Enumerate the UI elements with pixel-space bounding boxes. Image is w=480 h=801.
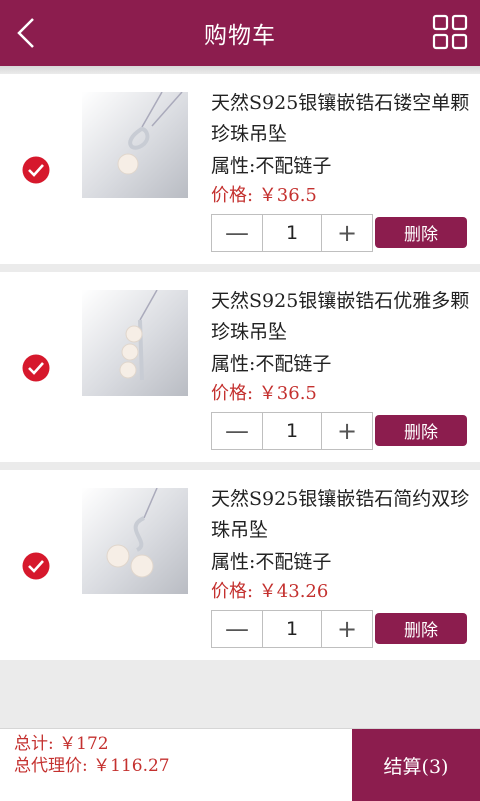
increase-button[interactable]: + — [321, 611, 372, 647]
pendant-image — [106, 488, 158, 578]
increase-button[interactable]: + — [321, 413, 372, 449]
product-name[interactable]: 天然S925银镶嵌锆石简约双珍珠吊坠 — [211, 484, 473, 546]
cart-item: 天然S925银镶嵌锆石简约双珍珠吊坠 属性:不配链子 价格: ￥43.26 — … — [0, 470, 480, 660]
delete-button[interactable]: 删除 — [375, 415, 467, 446]
checkout-bar: 总计: ￥172 总代理价: ￥116.27 结算(3) — [0, 728, 480, 801]
product-image[interactable] — [82, 92, 188, 198]
menu-button[interactable] — [432, 14, 468, 50]
quantity-stepper: — 1 + — [211, 610, 373, 648]
decrease-button[interactable]: — — [212, 611, 263, 647]
cart-item: 天然S925银镶嵌锆石优雅多颗珍珠吊坠 属性:不配链子 价格: ￥36.5 — … — [0, 272, 480, 462]
quantity-stepper: — 1 + — [211, 412, 373, 450]
product-attribute: 属性:不配链子 — [211, 353, 332, 375]
pendant-image — [117, 92, 183, 175]
page-title: 购物车 — [204, 23, 276, 49]
checkout-button[interactable]: 结算(3) — [352, 729, 480, 801]
quantity-value[interactable]: 1 — [263, 413, 321, 449]
checked-icon[interactable] — [22, 354, 50, 382]
checked-icon[interactable] — [22, 552, 50, 580]
product-price: 价格: ￥36.5 — [211, 383, 317, 404]
delete-button[interactable]: 删除 — [375, 217, 467, 248]
product-price: 价格: ￥43.26 — [211, 581, 329, 602]
decrease-button[interactable]: — — [212, 215, 263, 251]
cart-item: 天然S925银镶嵌锆石镂空单颗珍珠吊坠 属性:不配链子 价格: ￥36.5 — … — [0, 74, 480, 264]
decrease-button[interactable]: — — [212, 413, 263, 449]
top-bar: 购物车 — [0, 0, 480, 66]
delete-button[interactable]: 删除 — [375, 613, 467, 644]
header-shadow — [0, 66, 480, 74]
product-price: 价格: ￥36.5 — [211, 185, 317, 206]
quantity-value[interactable]: 1 — [263, 215, 321, 251]
product-name[interactable]: 天然S925银镶嵌锆石镂空单颗珍珠吊坠 — [211, 88, 473, 150]
quantity-value[interactable]: 1 — [263, 611, 321, 647]
agent-total-price: 总代理价: ￥116.27 — [14, 756, 170, 776]
increase-button[interactable]: + — [321, 215, 372, 251]
product-image[interactable] — [82, 488, 188, 594]
product-attribute: 属性:不配链子 — [211, 155, 332, 177]
product-attribute: 属性:不配链子 — [211, 551, 332, 573]
quantity-stepper: — 1 + — [211, 214, 373, 252]
pendant-image — [119, 290, 158, 381]
checked-icon[interactable] — [22, 156, 50, 184]
grid-icon — [432, 14, 468, 50]
product-image[interactable] — [82, 290, 188, 396]
product-name[interactable]: 天然S925银镶嵌锆石优雅多颗珍珠吊坠 — [211, 286, 473, 348]
total-price: 总计: ￥172 — [14, 734, 109, 754]
